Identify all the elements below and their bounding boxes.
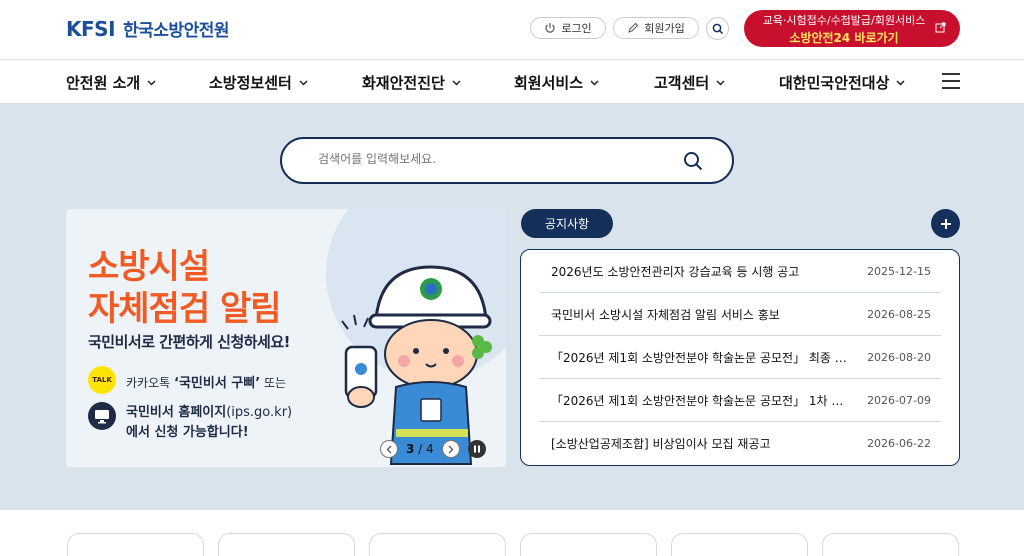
search-input[interactable] (318, 152, 678, 166)
notice-date: 2026-07-09 (867, 393, 931, 407)
banner-web-line1: 국민비서 홈페이지(ips.go.kr) (126, 405, 293, 420)
kakaotalk-icon: TALK (88, 366, 116, 394)
quick-link-card[interactable] (67, 533, 204, 556)
notice-title: [소방산업공제조합] 비상임이사 모집 재공고 (551, 437, 771, 451)
search-icon (712, 23, 723, 34)
banner-prev-button[interactable] (380, 440, 398, 458)
pause-icon (473, 445, 480, 453)
nav-item-fire-info[interactable]: 소방정보센터 (209, 72, 309, 93)
search-icon[interactable] (682, 150, 704, 172)
cta-line1: 교육·시험접수/수첩발급/회원서비스 (762, 14, 926, 27)
notice-item[interactable]: 2026년도 소방안전관리자 강습교육 등 시행 공고 2025-12-15 (539, 250, 941, 293)
signup-button[interactable]: 회원가입 (613, 17, 699, 39)
logo-mark: KFSI (66, 16, 116, 41)
banner-controls: 3 / 4 (380, 440, 486, 458)
quick-link-card[interactable] (671, 533, 808, 556)
chevron-down-icon (452, 80, 461, 86)
nav-label: 고객센터 (654, 74, 710, 92)
slide-current: 3 (406, 442, 415, 456)
notice-date: 2026-06-22 (867, 437, 931, 450)
banner-web-line2: 에서 신청 가능합니다! (126, 425, 249, 440)
promo-banner[interactable]: 소방시설 자체점검 알림 국민비서로 간편하게 신청하세요! TALK 카카오톡… (66, 209, 506, 467)
next-icon (448, 445, 454, 453)
main-search (280, 137, 734, 184)
notice-list: 2026년도 소방안전관리자 강습교육 등 시행 공고 2025-12-15 국… (520, 249, 960, 466)
notice-title: 국민비서 소방시설 자체점검 알림 서비스 홍보 (551, 307, 780, 322)
site-logo[interactable]: KFSI 한국소방안전원 (66, 16, 229, 42)
quick-link-card[interactable] (369, 533, 506, 556)
main-nav: 안전원 소개 소방정보센터 화재안전진단 회원서비스 고객센터 대한민국안전대상 (0, 60, 1024, 104)
nav-label: 대한민국안전대상 (779, 74, 890, 92)
chevron-down-icon (590, 80, 599, 86)
notices-more-button[interactable] (931, 209, 960, 238)
quick-link-card[interactable] (520, 533, 657, 556)
notice-date: 2026-08-20 (867, 350, 931, 364)
logo-text: 한국소방안전원 (123, 21, 229, 41)
nav-item-about[interactable]: 안전원 소개 (66, 72, 157, 93)
notice-item[interactable]: 국민비서 소방시설 자체점검 알림 서비스 홍보 2026-08-25 (539, 293, 941, 336)
cta-line2: 소방안전24 바로가기 (789, 31, 899, 45)
nav-label: 안전원 소개 (66, 74, 141, 92)
notice-date: 2025-12-15 (867, 264, 931, 278)
nav-item-customer-center[interactable]: 고객센터 (654, 72, 726, 93)
slide-counter: 3 / 4 (406, 442, 434, 456)
tab-notices[interactable]: 공지사항 (521, 209, 613, 238)
banner-pause-button[interactable] (467, 440, 486, 458)
notice-item[interactable]: [소방산업공제조합] 비상임이사 모집 재공고 2026-06-22 (539, 422, 941, 465)
plus-icon (940, 218, 951, 229)
nav-label: 회원서비스 (514, 74, 584, 92)
notice-title: 2026년도 소방안전관리자 강습교육 등 시행 공고 (551, 264, 800, 279)
chevron-down-icon (299, 80, 308, 86)
prev-icon (386, 445, 391, 453)
notice-item[interactable]: 「2026년 제1회 소방안전분야 학술논문 공모전」 최종 심사 … 2026… (539, 336, 941, 379)
chevron-down-icon (716, 80, 725, 86)
nav-label: 소방정보센터 (209, 74, 292, 92)
header-search-button[interactable] (706, 17, 729, 40)
login-button[interactable]: 로그인 (530, 17, 606, 39)
firefighter-mascot-illustration (341, 265, 492, 465)
site-header: KFSI 한국소방안전원 로그인 회원가입 교육·시험접수/수첩발급/회원서비스… (0, 0, 1024, 60)
computer-icon (88, 402, 116, 430)
nav-item-safety-award[interactable]: 대한민국안전대상 (779, 72, 906, 93)
hamburger-icon[interactable] (942, 73, 960, 89)
quick-link-card[interactable] (218, 533, 355, 556)
nav-label: 화재안전진단 (362, 74, 445, 92)
signup-label: 회원가입 (644, 22, 685, 35)
slide-total: / 4 (418, 442, 434, 456)
banner-title-line2: 자체점검 알림 (88, 289, 282, 329)
power-icon (545, 23, 555, 33)
banner-next-button[interactable] (441, 440, 460, 458)
chevron-down-icon (147, 80, 156, 86)
login-label: 로그인 (561, 22, 592, 35)
pencil-icon (628, 22, 639, 33)
external-link-icon (935, 22, 946, 33)
chevron-down-icon (896, 80, 905, 86)
safety24-cta-button[interactable]: 교육·시험접수/수첩발급/회원서비스 소방안전24 바로가기 (744, 10, 960, 47)
notice-item[interactable]: 「2026년 제1회 소방안전분야 학술논문 공모전」 1차 논문… 2026-… (539, 379, 941, 422)
notice-date: 2026-08-25 (867, 307, 931, 321)
notice-title: 「2026년 제1회 소방안전분야 학술논문 공모전」 1차 논문… (551, 393, 851, 408)
banner-subtitle: 국민비서로 간편하게 신청하세요! (88, 333, 291, 351)
nav-item-member-service[interactable]: 회원서비스 (514, 72, 600, 93)
nav-item-fire-diagnosis[interactable]: 화재안전진단 (362, 72, 462, 93)
notice-title: 「2026년 제1회 소방안전분야 학술논문 공모전」 최종 심사 … (551, 350, 851, 365)
quick-link-card[interactable] (822, 533, 959, 556)
banner-kakao-line: 카카오톡 ‘국민비서 구삐’ 또는 (126, 376, 287, 391)
